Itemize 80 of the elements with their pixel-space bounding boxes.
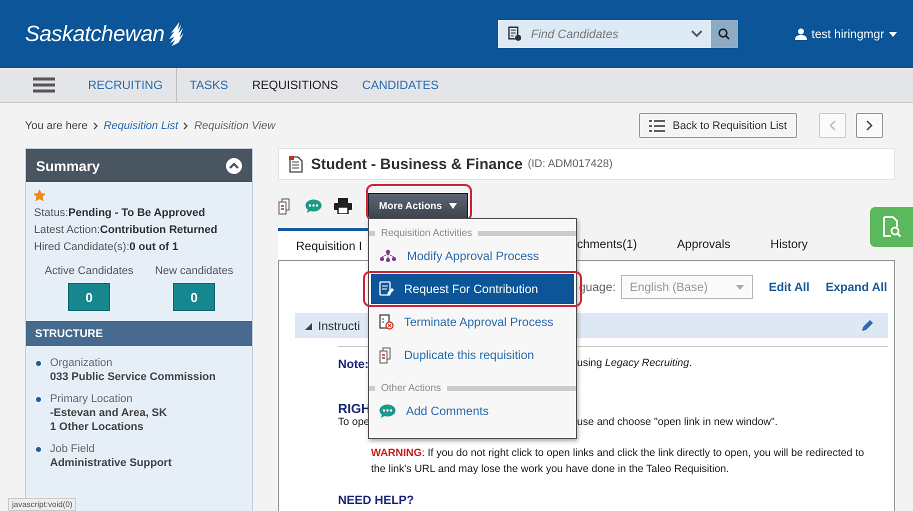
document-icon [508, 26, 521, 42]
tab[interactable]: Approvals [677, 228, 730, 260]
chevron-right-icon [183, 122, 190, 130]
menu-icon[interactable] [33, 77, 55, 93]
next-button[interactable] [856, 113, 883, 138]
summary-title: Summary [36, 158, 100, 174]
field-value: -Estevan and Area, SK [50, 406, 167, 420]
structure-title: STRUCTURE [35, 328, 103, 340]
counter-badge[interactable]: 0 [173, 283, 216, 311]
field-label: Primary Location [50, 392, 134, 406]
chevron-left-icon [829, 120, 836, 131]
site-logo[interactable]: Saskatchewan [25, 21, 184, 47]
collapse-icon[interactable] [226, 158, 242, 174]
field-value: 1 Other Locations [50, 420, 145, 434]
note-label: Note: [338, 357, 370, 371]
instruction-text: use and choose "open link in new window". [577, 416, 778, 428]
tab[interactable]: Requisition I [278, 228, 368, 260]
menu-item[interactable]: Request For Contribution [371, 274, 574, 304]
caret-icon [448, 203, 457, 209]
document-icon [289, 156, 303, 172]
nav-tab[interactable]: TASKS [190, 78, 228, 92]
summary-line: Latest Action:Contribution Returned [34, 223, 218, 238]
requisition-id: (ID: ADM017428) [528, 158, 613, 170]
search-field[interactable]: Find Candidates [498, 20, 738, 48]
search-input[interactable]: Find Candidates [528, 26, 683, 42]
bullet-icon [36, 361, 41, 366]
wheat-icon [166, 21, 184, 47]
breadcrumb-current: Requisition View [194, 120, 276, 132]
tab[interactable]: History [770, 228, 808, 260]
summary-line: Hired Candidate(s):0 out of 1 [34, 240, 180, 255]
search-icon [718, 28, 730, 40]
star-icon[interactable] [34, 190, 45, 201]
document-cancel-icon [379, 314, 394, 330]
action-link[interactable]: Edit All [768, 280, 810, 294]
nav-tab[interactable]: CANDIDATES [362, 78, 439, 92]
caret-icon [889, 32, 898, 36]
breadcrumb-prefix: You are here [25, 120, 88, 132]
help-heading: NEED HELP? [338, 493, 416, 507]
caret-icon [736, 284, 744, 290]
user-menu[interactable]: test hiringmgr [794, 27, 898, 41]
status-bar-url: javascript:void(0) [8, 498, 76, 511]
user-icon [794, 28, 806, 40]
people-network-icon [379, 249, 397, 263]
field-label: Job Field [50, 442, 96, 456]
list-icon [648, 120, 665, 132]
more-actions-button[interactable]: More Actions [368, 193, 468, 219]
field-label: Organization [50, 356, 114, 370]
print-icon[interactable] [334, 198, 352, 214]
menu-item[interactable]: Add Comments [371, 396, 574, 426]
field-value: Administrative Support [50, 456, 172, 470]
document-search-icon [882, 216, 900, 238]
menu-item[interactable]: Duplicate this requisition [371, 340, 574, 370]
note-text: using Legacy Recruiting. [577, 357, 692, 371]
summary-line: Status:Pending - To Be Approved [34, 206, 206, 221]
bullet-icon [36, 447, 41, 452]
section-title: Instructi [318, 318, 360, 332]
search-button[interactable] [710, 20, 738, 48]
nav-tab[interactable]: RECRUITING [88, 78, 163, 92]
counter-label: Active Candidates [44, 265, 134, 277]
requisition-title: Student - Business & Finance [311, 156, 523, 172]
chevron-right-icon [866, 120, 873, 131]
pencil-icon[interactable] [861, 319, 874, 332]
warning-text: WARNING: If you do not right click to open links and click the link directly to open, you will be redirected to the link's URL and may lose the work you have done in the Taleo Requisition. [371, 446, 866, 477]
back-to-list-button[interactable]: Back to Requisition List [638, 113, 797, 138]
comment-icon [379, 404, 396, 418]
field-value: 033 Public Service Commission [50, 370, 216, 384]
chevron-down-icon[interactable] [690, 30, 703, 38]
action-link[interactable]: Expand All [826, 280, 888, 294]
nav-tab[interactable]: REQUISITIONS [252, 78, 338, 92]
menu-item[interactable]: Modify Approval Process [371, 241, 574, 271]
counter-badge[interactable]: 0 [68, 283, 110, 311]
bullet-icon [36, 397, 41, 402]
comment-icon[interactable] [305, 198, 322, 214]
tab[interactable]: chments(1) [577, 228, 638, 260]
counter-label: New candidates [154, 265, 234, 277]
menu-section-heading: Requisition Activities [369, 227, 576, 239]
breadcrumb-link[interactable]: Requisition List [104, 120, 178, 132]
chevron-right-icon [92, 122, 99, 130]
menu-section-heading: Other Actions [369, 382, 576, 394]
edit-document-icon [379, 281, 394, 297]
